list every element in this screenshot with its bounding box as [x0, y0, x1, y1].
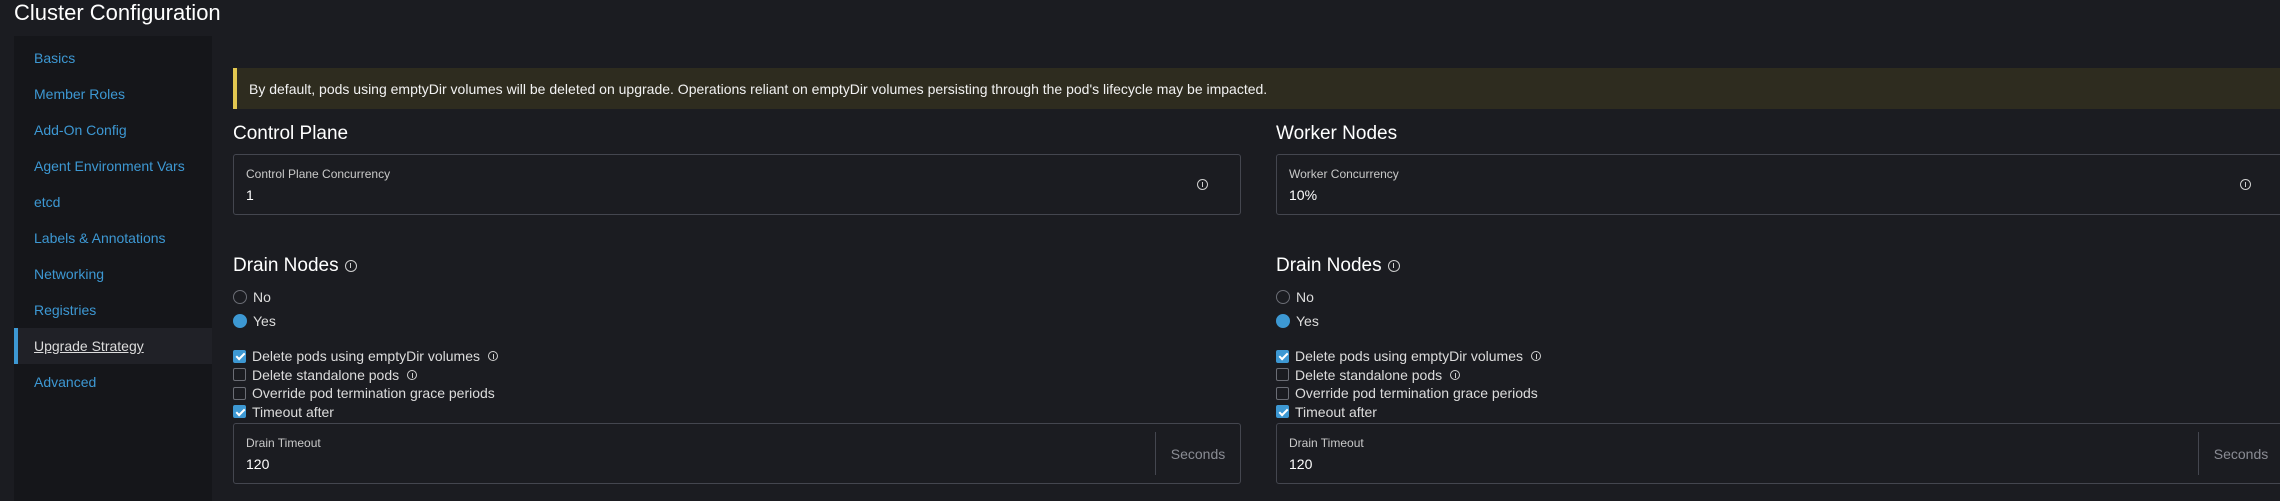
- drain-nodes-heading: Drain Nodes: [233, 255, 339, 276]
- radio-label: No: [1296, 289, 1314, 305]
- checkbox-checked[interactable]: [1276, 405, 1289, 419]
- worker-drain-no-option[interactable]: No: [1276, 285, 2280, 309]
- sidebar-item-labels-annotations[interactable]: Labels & Annotations: [14, 220, 212, 256]
- worker-drain-title: Drain Nodes: [1276, 254, 2280, 278]
- radio-label: No: [253, 289, 271, 305]
- control-plane-concurrency-input[interactable]: 1: [246, 187, 254, 203]
- checkbox-checked[interactable]: [233, 405, 246, 419]
- radio-button-selected[interactable]: [233, 314, 247, 328]
- worker-concurrency-input[interactable]: 10%: [1289, 187, 1317, 203]
- worker-concurrency-label: Worker Concurrency: [1289, 167, 1399, 181]
- sidebar-item-advanced[interactable]: Advanced: [14, 364, 212, 400]
- checkbox-label: Timeout after: [252, 403, 334, 420]
- worker-nodes-section: Worker Nodes Worker Concurrency 10% Drai…: [1276, 122, 2280, 484]
- checkbox-label: Delete standalone pods: [1295, 366, 1443, 383]
- worker-delete-standalone-checkbox[interactable]: Delete standalone pods: [1276, 366, 2280, 385]
- worker-concurrency-field[interactable]: Worker Concurrency 10%: [1276, 154, 2280, 215]
- control-plane-drain-title: Drain Nodes: [233, 254, 1241, 278]
- info-icon[interactable]: [1197, 179, 1208, 190]
- drain-timeout-label: Drain Timeout: [246, 436, 321, 450]
- worker-delete-emptydir-checkbox[interactable]: Delete pods using emptyDir volumes: [1276, 347, 2280, 366]
- checkbox-label: Delete standalone pods: [252, 366, 400, 383]
- drain-timeout-input[interactable]: 120: [1289, 456, 1312, 472]
- control-plane-delete-standalone-checkbox[interactable]: Delete standalone pods: [233, 366, 1241, 385]
- control-plane-drain-radio-group: No Yes: [233, 285, 1241, 333]
- radio-button-selected[interactable]: [1276, 314, 1290, 328]
- control-plane-drain-options: Delete pods using emptyDir volumes Delet…: [233, 347, 1241, 421]
- drain-timeout-label: Drain Timeout: [1289, 436, 1364, 450]
- worker-drain-options: Delete pods using emptyDir volumes Delet…: [1276, 347, 2280, 421]
- control-plane-delete-emptydir-checkbox[interactable]: Delete pods using emptyDir volumes: [233, 347, 1241, 366]
- checkbox[interactable]: [1276, 386, 1289, 400]
- control-plane-drain-no-option[interactable]: No: [233, 285, 1241, 309]
- info-icon[interactable]: [1387, 260, 1400, 272]
- checkbox-label: Override pod termination grace periods: [252, 385, 495, 402]
- warning-banner: By default, pods using emptyDir volumes …: [233, 68, 2280, 109]
- checkbox-label: Override pod termination grace periods: [1295, 385, 1538, 402]
- checkbox[interactable]: [233, 386, 246, 400]
- radio-label: Yes: [253, 313, 276, 329]
- seconds-suffix: Seconds: [2198, 432, 2280, 475]
- sidebar-item-upgrade-strategy[interactable]: Upgrade Strategy: [14, 328, 212, 364]
- sidebar-item-networking[interactable]: Networking: [14, 256, 212, 292]
- checkbox[interactable]: [233, 368, 246, 382]
- checkbox[interactable]: [1276, 368, 1289, 382]
- worker-nodes-title: Worker Nodes: [1276, 123, 1398, 144]
- checkbox-checked[interactable]: [1276, 349, 1289, 363]
- sidebar-item-member-roles[interactable]: Member Roles: [14, 76, 212, 112]
- checkbox-label: Delete pods using emptyDir volumes: [1295, 348, 1523, 365]
- control-plane-drain-timeout-field[interactable]: Drain Timeout 120 Seconds: [233, 423, 1241, 484]
- drain-nodes-heading: Drain Nodes: [1276, 255, 1382, 276]
- sidebar: Basics Member Roles Add-On Config Agent …: [14, 36, 212, 501]
- banner-text: By default, pods using emptyDir volumes …: [249, 80, 1268, 97]
- radio-label: Yes: [1296, 313, 1319, 329]
- info-icon[interactable]: [2240, 179, 2251, 190]
- control-plane-section: Control Plane Control Plane Concurrency …: [233, 122, 1241, 484]
- worker-drain-timeout-field[interactable]: Drain Timeout 120 Seconds: [1276, 423, 2280, 484]
- control-plane-override-grace-checkbox[interactable]: Override pod termination grace periods: [233, 384, 1241, 403]
- worker-override-grace-checkbox[interactable]: Override pod termination grace periods: [1276, 384, 2280, 403]
- control-plane-title: Control Plane: [233, 123, 349, 144]
- radio-button[interactable]: [233, 290, 247, 304]
- seconds-suffix: Seconds: [1155, 432, 1240, 475]
- checkbox-checked[interactable]: [233, 349, 246, 363]
- sidebar-item-registries[interactable]: Registries: [14, 292, 212, 328]
- checkbox-label: Timeout after: [1295, 403, 1377, 420]
- info-icon[interactable]: [344, 260, 357, 272]
- worker-timeout-after-checkbox[interactable]: Timeout after: [1276, 403, 2280, 422]
- checkbox-label: Delete pods using emptyDir volumes: [252, 348, 480, 365]
- sidebar-item-basics[interactable]: Basics: [14, 40, 212, 76]
- control-plane-timeout-after-checkbox[interactable]: Timeout after: [233, 403, 1241, 422]
- control-plane-drain-yes-option[interactable]: Yes: [233, 309, 1241, 333]
- control-plane-concurrency-field[interactable]: Control Plane Concurrency 1: [233, 154, 1241, 215]
- page-title: Cluster Configuration: [14, 0, 221, 25]
- info-icon[interactable]: [1531, 351, 1541, 362]
- radio-button[interactable]: [1276, 290, 1290, 304]
- worker-drain-yes-option[interactable]: Yes: [1276, 309, 2280, 333]
- worker-drain-radio-group: No Yes: [1276, 285, 2280, 333]
- control-plane-concurrency-label: Control Plane Concurrency: [246, 167, 391, 181]
- sidebar-item-etcd[interactable]: etcd: [14, 184, 212, 220]
- info-icon[interactable]: [488, 351, 498, 362]
- info-icon[interactable]: [1450, 369, 1461, 380]
- info-icon[interactable]: [407, 369, 418, 380]
- sidebar-item-agent-environment-vars[interactable]: Agent Environment Vars: [14, 148, 212, 184]
- sidebar-item-add-on-config[interactable]: Add-On Config: [14, 112, 212, 148]
- drain-timeout-input[interactable]: 120: [246, 456, 269, 472]
